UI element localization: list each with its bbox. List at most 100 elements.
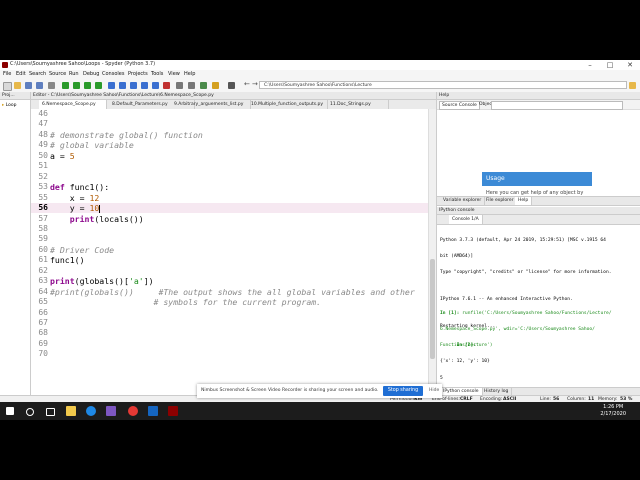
pythonpath-manager-icon[interactable] [212,82,219,89]
task-view-icon[interactable] [46,408,55,416]
code-line[interactable]: 69 [31,339,429,349]
code-line[interactable]: 61 func1() [31,255,429,265]
python-path-icon[interactable] [200,82,207,89]
run-selection-icon[interactable] [95,82,102,89]
menu-debug[interactable]: Debug [83,71,99,77]
file-explorer-icon[interactable] [66,406,76,416]
run-cell-icon[interactable] [73,82,80,89]
line-number: 56 [38,203,48,213]
tab-variable-explorer[interactable]: Variable explorer [440,197,486,205]
save-icon[interactable] [25,82,32,89]
new-file-icon[interactable] [3,82,12,91]
menu-projects[interactable]: Projects [128,71,148,77]
run-icon[interactable] [62,82,69,89]
maximize-icon[interactable]: □ [600,60,620,70]
line-number: 63 [38,276,48,286]
menu-edit[interactable]: Edit [16,71,26,77]
code-line[interactable]: 59 [31,234,429,244]
menu-help[interactable]: Help [184,71,195,77]
maximize-pane-icon[interactable] [176,82,183,89]
code-text: x = 12 [50,192,100,203]
source-select[interactable]: Source Console [439,101,480,110]
project-tree-item[interactable]: ▸ Loop [2,103,17,108]
stop-sharing-button[interactable]: Stop sharing [383,386,423,396]
menu-tools[interactable]: Tools [151,71,163,77]
photos-icon[interactable] [106,406,116,416]
code-line[interactable]: 48 # demonstrate global() function [31,130,429,140]
code-line[interactable]: 67 [31,318,429,328]
code-line[interactable]: 51 [31,161,429,171]
console-tab[interactable]: Console 1/A [449,215,483,224]
console-input-2[interactable]: In [2]: [440,338,476,354]
minimize-icon[interactable]: – [580,60,600,70]
text-cursor [99,204,101,213]
code-line[interactable]: 53 def func1(): [31,182,429,192]
code-line[interactable]: 52 [31,172,429,182]
run-cell-advance-icon[interactable] [84,82,91,89]
code-line[interactable]: 58 [31,224,429,234]
python-logo-icon[interactable] [228,82,235,89]
editor-scrollbar[interactable] [428,109,436,420]
console-command: runfile('C:/Users/Soumyashree Sahoo/Func… [462,310,612,316]
search-icon[interactable] [26,408,34,416]
object-input[interactable] [491,101,623,110]
help-pane-header: Help [437,92,640,100]
code-line[interactable]: 50 a = 5 [31,151,429,161]
preferences-icon[interactable] [188,82,195,89]
code-text: #print(globals()) #The output shows the … [50,286,415,297]
outlook-icon[interactable] [148,406,158,416]
close-icon[interactable]: ✕ [620,60,640,70]
code-line[interactable]: 70 [31,349,429,359]
print-icon[interactable] [48,82,55,89]
tab-help[interactable]: Help [515,197,533,205]
edge-icon[interactable] [86,406,96,416]
menu-run[interactable]: Run [69,71,79,77]
code-editor[interactable]: 46 47 48 # demonstrate global() function 49 #… [31,109,429,420]
menu-file[interactable]: File [3,71,11,77]
editor-tab[interactable]: 6.Nemespace_Scope.py [39,100,107,109]
code-text: y = 10 [50,203,101,214]
browse-directory-icon[interactable] [629,82,636,89]
open-folder-icon[interactable] [14,82,21,89]
scrollbar-thumb[interactable] [430,259,435,359]
debug-icon[interactable] [108,82,115,89]
step-icon[interactable] [119,82,126,89]
code-line[interactable]: 56 y = 10 [31,203,429,214]
console-prompt: In [1]: [440,310,460,316]
code-line[interactable]: 66 [31,308,429,318]
menu-consoles[interactable]: Consoles [102,71,124,77]
spyder-app-icon [2,62,8,68]
code-line[interactable]: 47 [31,119,429,129]
code-line[interactable]: 55 x = 12 [31,193,429,203]
taskbar-clock[interactable]: 1:26 PM 2/17/2020 [600,404,626,418]
save-all-icon[interactable] [36,82,43,89]
code-line[interactable]: 49 # global variable [31,140,429,150]
tab-file-explorer[interactable]: File explorer [483,197,518,205]
code-line[interactable]: 68 [31,328,429,338]
code-line[interactable]: 62 [31,266,429,276]
code-line[interactable]: 57 print(locals()) [31,214,429,224]
editor-tab[interactable]: 9.Arbitrary_arguements_list.py [171,100,251,109]
back-arrow-icon[interactable]: ← [244,80,250,88]
code-line[interactable]: 63 print(globals()['a']) [31,276,429,286]
continue-icon[interactable] [152,82,159,89]
code-line[interactable]: 64 #print(globals()) #The output shows th… [31,287,429,297]
menu-search[interactable]: Search [29,71,46,77]
chrome-icon[interactable] [128,406,138,416]
editor-tab[interactable]: 11.Doc_Strings.py [327,100,389,109]
menu-source[interactable]: Source [49,71,66,77]
forward-arrow-icon[interactable]: → [252,80,258,88]
step-into-icon[interactable] [130,82,137,89]
menu-view[interactable]: View [168,71,180,77]
code-line[interactable]: 60 # Driver Code [31,245,429,255]
editor-tab[interactable]: 10.Multiple_function_outputs.py [248,100,328,109]
windows-start-icon[interactable] [6,407,14,415]
hide-button[interactable]: Hide [429,388,439,393]
step-return-icon[interactable] [141,82,148,89]
code-line[interactable]: 46 [31,109,429,119]
code-line[interactable]: 65 # symbols for the current program. [31,297,429,307]
stop-debug-icon[interactable] [163,82,170,89]
spyder-taskbar-icon[interactable] [168,406,178,416]
working-directory-input[interactable]: C:\Users\Soumyashree Sahoo\Functions\Lec… [259,81,627,89]
line-number: 65 [38,297,48,307]
